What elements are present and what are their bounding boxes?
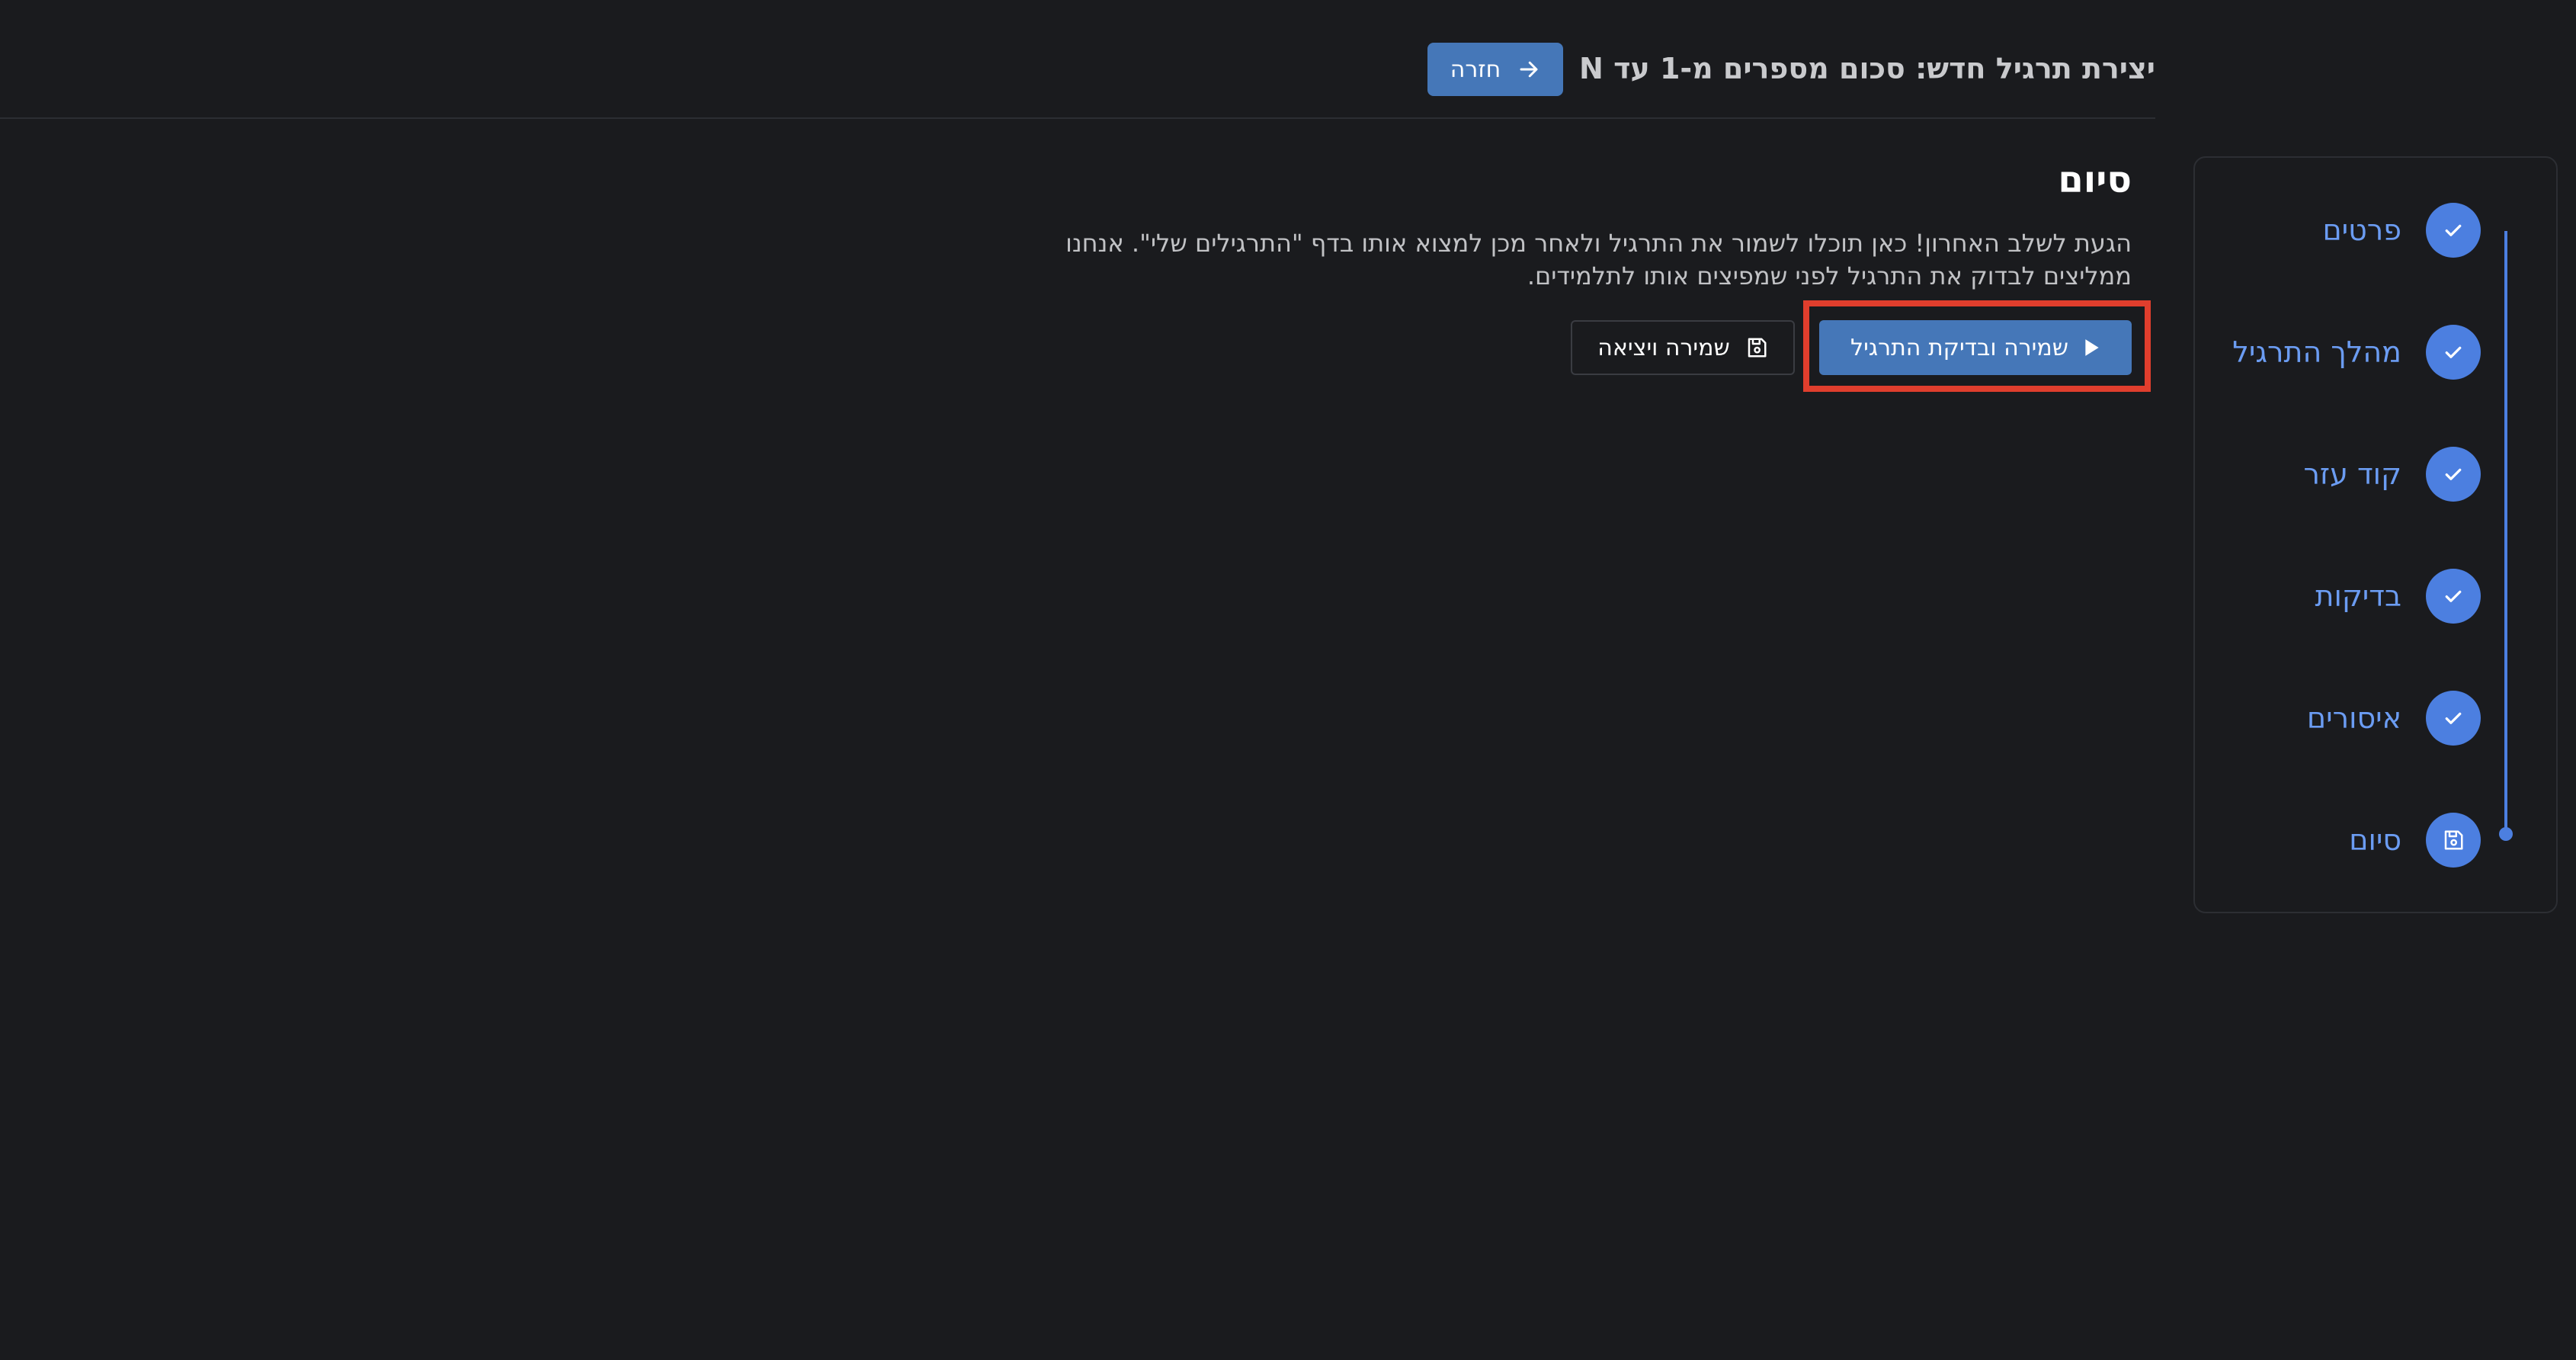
header-divider [0, 117, 2155, 119]
check-icon [2445, 590, 2462, 602]
step-circle [2426, 447, 2481, 502]
save-and-check-button[interactable]: שמירה ובדיקת התרגיל [1819, 320, 2132, 375]
stepper-end-dot [2499, 827, 2513, 841]
check-icon [2445, 346, 2462, 358]
step-circle [2426, 691, 2481, 746]
step-label: מהלך התרגיל [2232, 335, 2401, 369]
play-icon [2085, 339, 2099, 356]
stepper-panel [2193, 156, 2558, 913]
step-circle [2426, 325, 2481, 380]
step-label: סיום [2349, 823, 2401, 857]
stepper-step-finish[interactable]: סיום [2349, 813, 2481, 868]
check-icon [2445, 712, 2462, 724]
step-label: איסורים [2306, 701, 2401, 735]
stepper-step-helper-code[interactable]: קוד עזר [2303, 447, 2481, 502]
app-root: יצירת תרגיל חדש: סכום מספרים מ-1 עד N חז… [0, 0, 2576, 1360]
step-label: פרטים [2322, 213, 2401, 247]
save-and-exit-label: שמירה ויציאה [1597, 334, 1730, 361]
stepper-step-restrictions[interactable]: איסורים [2307, 691, 2481, 746]
step-circle [2426, 569, 2481, 624]
floppy-disk-icon [2444, 830, 2463, 850]
step-circle [2426, 813, 2481, 868]
step-label: קוד עזר [2303, 457, 2401, 491]
page-title: יצירת תרגיל חדש: סכום מספרים מ-1 עד N [1579, 52, 2155, 85]
stepper-line [2504, 231, 2507, 833]
arrow-right-icon [1520, 61, 1538, 78]
back-button-label: חזרה [1450, 56, 1501, 83]
check-icon [2445, 468, 2462, 480]
section-title: סיום [2058, 159, 2132, 201]
step-circle [2426, 203, 2481, 258]
back-button[interactable]: חזרה [1427, 43, 1563, 96]
stepper-step-details[interactable]: פרטים [2322, 203, 2481, 258]
floppy-disk-icon [1748, 338, 1767, 358]
step-label: בדיקות [2315, 579, 2402, 613]
check-icon [2445, 224, 2462, 236]
stepper-step-flow[interactable]: מהלך התרגיל [2232, 325, 2481, 380]
section-description: הגעת לשלב האחרון! כאן תוכלו לשמור את התר… [1065, 229, 2132, 290]
stepper-step-tests[interactable]: בדיקות [2315, 569, 2481, 624]
save-and-check-label: שמירה ובדיקת התרגיל [1850, 334, 2068, 361]
save-and-exit-button[interactable]: שמירה ויציאה [1571, 320, 1795, 375]
